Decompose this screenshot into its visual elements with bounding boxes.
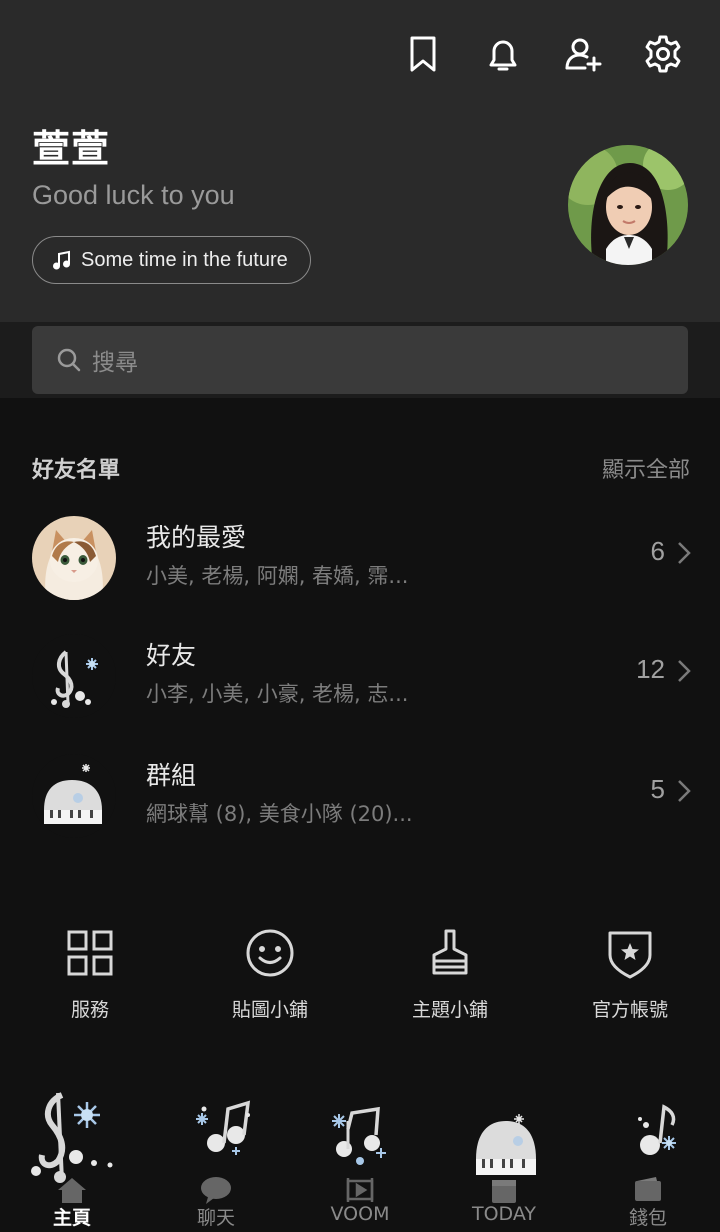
music-notes-decoration-icon <box>332 1106 386 1165</box>
friend-group-count: 5 <box>650 774 665 804</box>
profile-name[interactable]: 萱萱 <box>32 118 110 173</box>
profile-music-button[interactable]: Some time in the future <box>32 236 311 284</box>
smiley-icon <box>246 929 294 977</box>
nav-label: TODAY <box>472 1203 536 1225</box>
profile-avatar[interactable] <box>568 145 688 265</box>
service-label: 官方帳號 <box>591 999 668 1021</box>
snow-piano-decoration-icon <box>476 1114 536 1175</box>
service-label: 服務 <box>70 999 109 1021</box>
nav-label: 錢包 <box>628 1207 667 1229</box>
status-message[interactable]: Good luck to you <box>32 180 235 211</box>
brush-icon <box>432 929 468 975</box>
voom-icon <box>346 1178 374 1202</box>
chevron-right-icon <box>678 542 691 564</box>
music-note-theme-icon <box>32 634 116 718</box>
friend-group-members: 小美, 老楊, 阿嫻, 春嬌, 霈... <box>146 564 409 588</box>
service-label: 主題小鋪 <box>411 999 488 1021</box>
bottom-navigation: 主頁 聊天 VOOM TODAY 錢包 <box>0 1085 720 1232</box>
chat-icon <box>201 1177 231 1204</box>
nav-wallet[interactable]: 錢包 <box>576 1085 720 1232</box>
bookmark-icon[interactable] <box>402 30 444 78</box>
nav-label: 聊天 <box>196 1207 235 1229</box>
service-button[interactable]: 服務 <box>0 925 180 1035</box>
nav-today[interactable]: TODAY <box>432 1085 576 1232</box>
show-all-link[interactable]: 顯示全部 <box>602 452 690 484</box>
grid-icon <box>67 930 113 976</box>
profile-header: 萱萱 Good luck to you Some time in the fut… <box>0 0 720 322</box>
friend-group-title: 群組 <box>146 761 197 790</box>
snow-piano-theme-icon <box>32 754 116 838</box>
search-bar-area: 搜尋 <box>0 322 720 398</box>
search-input[interactable]: 搜尋 <box>32 326 688 394</box>
home-icon <box>58 1178 86 1203</box>
sticker-shop-button[interactable]: 貼圖小鋪 <box>180 925 360 1035</box>
friend-group-title: 好友 <box>146 641 197 670</box>
today-icon <box>492 1180 516 1203</box>
friend-group-members: 小李, 小美, 小豪, 老楊, 志... <box>146 682 409 706</box>
chevron-right-icon <box>678 780 691 802</box>
profile-music-label: Some time in the future <box>81 248 288 271</box>
add-friend-icon[interactable] <box>562 30 604 78</box>
cat-avatar <box>32 516 116 600</box>
services-shortcuts: 服務 貼圖小鋪 主題小鋪 官方帳號 <box>0 925 720 1035</box>
nav-label: VOOM <box>330 1203 390 1225</box>
friend-group-title: 我的最愛 <box>146 523 247 552</box>
friend-group-friends[interactable]: 好友 小李, 小美, 小豪, 老楊, 志... 12 <box>0 618 720 718</box>
music-notes-decoration-icon <box>638 1104 676 1155</box>
gear-icon[interactable] <box>642 30 684 78</box>
music-note-icon <box>53 250 70 270</box>
bell-icon[interactable] <box>482 30 524 78</box>
service-label: 貼圖小鋪 <box>231 999 308 1021</box>
friend-group-count: 6 <box>650 536 665 566</box>
theme-shop-button[interactable]: 主題小鋪 <box>360 925 540 1035</box>
official-accounts-button[interactable]: 官方帳號 <box>540 925 720 1035</box>
wallet-icon <box>635 1177 661 1201</box>
nav-chat[interactable]: 聊天 <box>144 1085 288 1232</box>
music-notes-decoration-icon <box>196 1100 251 1155</box>
friend-group-favorites[interactable]: 我的最愛 小美, 老楊, 阿嫻, 春嬌, 霈... 6 <box>0 500 720 600</box>
friend-group-members: 網球幫 (8), 美食小隊 (20)... <box>146 802 413 826</box>
friend-group-count: 12 <box>636 654 665 684</box>
search-placeholder: 搜尋 <box>92 350 138 376</box>
search-icon <box>57 348 81 372</box>
nav-voom[interactable]: VOOM <box>288 1085 432 1232</box>
friend-list-title: 好友名單 <box>32 458 121 483</box>
chevron-right-icon <box>678 660 691 682</box>
nav-home[interactable]: 主頁 <box>0 1085 144 1232</box>
header-toolbar <box>402 30 684 78</box>
nav-label: 主頁 <box>52 1207 91 1229</box>
shield-star-icon <box>608 931 652 979</box>
friend-group-groups[interactable]: 群組 網球幫 (8), 美食小隊 (20)... 5 <box>0 738 720 838</box>
treble-clef-decoration-icon <box>31 1092 113 1183</box>
